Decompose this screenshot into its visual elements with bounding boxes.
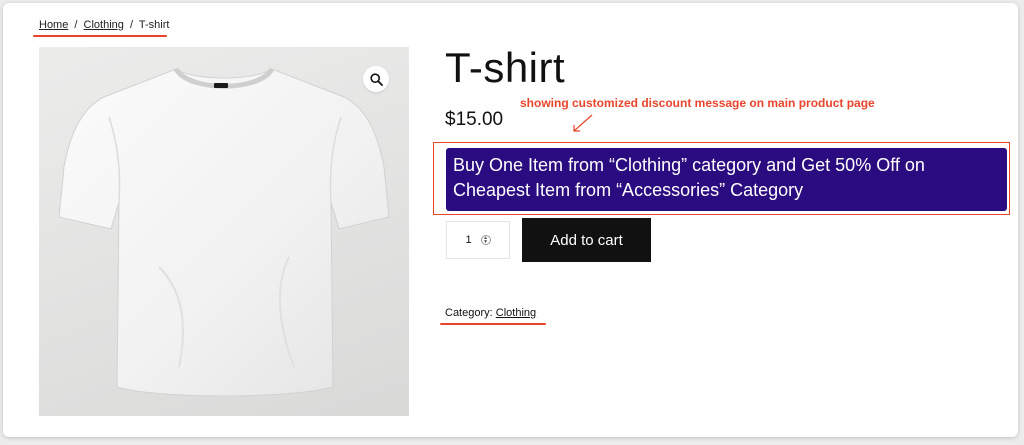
breadcrumb-clothing-link[interactable]: Clothing (84, 19, 124, 31)
breadcrumb-highlight-underline (33, 35, 167, 37)
product-category: Category: Clothing (445, 307, 536, 319)
category-label: Category: (445, 307, 493, 319)
breadcrumb-current: T-shirt (138, 19, 170, 31)
product-price: $15.00 (445, 109, 504, 130)
stepper-arrows-icon[interactable]: ▲ ▼ (480, 235, 491, 245)
product-title: T-shirt (445, 44, 566, 91)
zoom-button[interactable] (363, 66, 389, 92)
breadcrumb-home-link[interactable]: Home (39, 19, 68, 31)
breadcrumb-separator: / (129, 19, 134, 31)
annotation-arrow (573, 114, 593, 132)
annotation-label: showing customized discount message on m… (520, 96, 875, 110)
category-link[interactable]: Clothing (496, 307, 536, 319)
category-highlight-underline (440, 323, 546, 325)
add-to-cart-button[interactable]: Add to cart (522, 218, 651, 262)
breadcrumb: Home / Clothing / T-shirt (39, 19, 169, 31)
breadcrumb-separator: / (74, 19, 78, 31)
product-image[interactable] (39, 47, 409, 416)
discount-message: Buy One Item from “Clothing” category an… (446, 148, 1007, 211)
quantity-stepper[interactable]: 1 ▲ ▼ (446, 221, 510, 259)
magnifier-icon (369, 72, 383, 86)
tshirt-illustration (58, 67, 390, 397)
quantity-value[interactable]: 1 (465, 234, 471, 246)
